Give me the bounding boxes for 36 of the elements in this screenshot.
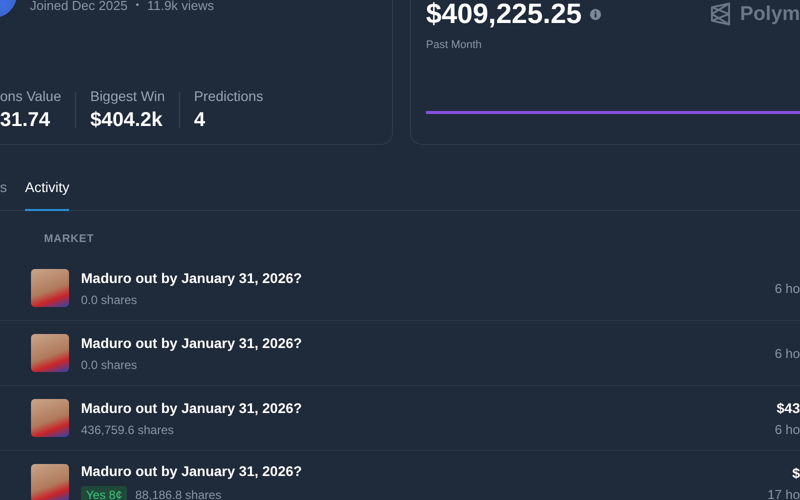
view-count: 11.9k views [147, 0, 214, 14]
market-title[interactable]: Maduro out by January 31, 2026? [81, 400, 775, 416]
photo-placeholder [31, 334, 69, 372]
photo-placeholder [31, 464, 69, 500]
share-count: 0.0 shares [81, 358, 138, 372]
brand-name: Polym [740, 2, 800, 26]
share-count: 88,186.8 shares [135, 488, 222, 500]
column-header: MARKET [44, 233, 94, 245]
market-title[interactable]: Maduro out by January 31, 2026? [81, 462, 768, 478]
stat-value: $404.2k [90, 109, 164, 132]
photo-placeholder [31, 399, 69, 437]
stat-value: 4 [194, 109, 206, 132]
time-ago: 6 ho [774, 346, 800, 360]
market-title[interactable]: Maduro out by January 31, 2026? [81, 270, 775, 286]
period-label: Past Month [426, 39, 483, 51]
time-ago: 6 ho [774, 280, 800, 296]
pnl-amount: $409,225.25 [426, 0, 582, 30]
share-count: 0.0 shares [81, 292, 138, 306]
separator: • [136, 0, 140, 13]
joined-date: Joined Dec 2025 [30, 0, 128, 14]
trade-value: $ [792, 464, 800, 480]
trade-value: $43 [776, 400, 800, 416]
outcome-tag: Yes 8¢ [81, 486, 128, 500]
tab[interactable]: s [0, 179, 7, 211]
stat-label: ons Value [0, 88, 62, 104]
stat-label: Predictions [194, 88, 264, 104]
stat-value: 31.74 [0, 109, 52, 132]
photo-placeholder [31, 269, 69, 307]
tab[interactable]: Activity [25, 179, 70, 211]
share-count: 436,759.6 shares [81, 422, 174, 436]
time-ago: 6 ho [774, 422, 800, 436]
time-ago: 17 ho [767, 486, 800, 500]
stat-label: Biggest Win [90, 88, 165, 104]
logo-icon [710, 2, 731, 26]
market-title[interactable]: Maduro out by January 31, 2026? [81, 334, 775, 350]
info-icon[interactable] [590, 8, 601, 20]
